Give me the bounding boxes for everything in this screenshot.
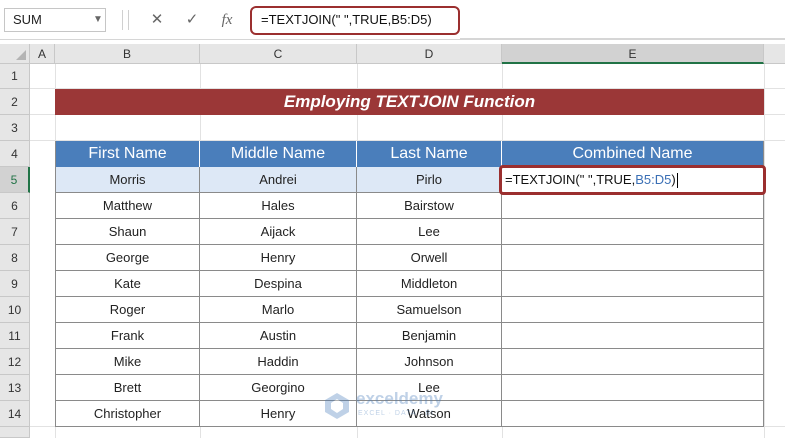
exceldemy-logo-icon <box>325 393 349 419</box>
cell-first-name[interactable]: George <box>56 245 200 271</box>
cell-last-name[interactable]: Samuelson <box>357 297 502 323</box>
column-header-b[interactable]: B <box>55 44 200 64</box>
row-header-6[interactable]: 6 <box>0 193 30 219</box>
cell-combined-name[interactable] <box>502 193 764 219</box>
cell-combined-name[interactable] <box>502 271 764 297</box>
text-cursor <box>676 173 678 189</box>
cell-last-name[interactable]: Middleton <box>357 271 502 297</box>
row-header-12[interactable]: 12 <box>0 349 30 375</box>
grid-line <box>764 64 765 438</box>
row-header-15[interactable] <box>0 427 30 438</box>
cell-first-name[interactable]: Roger <box>56 297 200 323</box>
watermark-tagline: EXCEL · DATA · BI <box>358 410 434 417</box>
cell-first-name[interactable]: Shaun <box>56 219 200 245</box>
cell-middle-name[interactable]: Henry <box>200 245 357 271</box>
formula-bar-edge <box>460 38 785 39</box>
column-header-f[interactable] <box>764 44 785 64</box>
active-cell-editor[interactable]: =TEXTJOIN(" ",TRUE,B5:D5) <box>499 165 766 195</box>
cell-combined-name[interactable] <box>502 219 764 245</box>
cell-first-name[interactable]: Christopher <box>56 401 200 427</box>
header-first-name[interactable]: First Name <box>56 141 200 167</box>
formula-input[interactable]: =TEXTJOIN(" ",TRUE,B5:D5) <box>250 6 460 35</box>
cell-combined-name[interactable] <box>502 245 764 271</box>
select-all-triangle-icon <box>16 50 26 60</box>
cell-last-name[interactable]: Pirlo <box>357 167 502 193</box>
cell-first-name[interactable]: Frank <box>56 323 200 349</box>
formula-close: ) <box>671 172 676 187</box>
cell-combined-name[interactable] <box>502 349 764 375</box>
range-reference: B5:D5 <box>635 172 672 187</box>
row-header-11[interactable]: 11 <box>0 323 30 349</box>
row-header-2[interactable]: 2 <box>0 89 30 115</box>
row-header-5[interactable]: 5 <box>0 167 30 193</box>
cell-first-name[interactable]: Matthew <box>56 193 200 219</box>
watermark: exceldemy EXCEL · DATA · BI <box>322 389 472 425</box>
row-header-3[interactable]: 3 <box>0 115 30 141</box>
cell-middle-name[interactable]: Austin <box>200 323 357 349</box>
cell-last-name[interactable]: Orwell <box>357 245 502 271</box>
cell-last-name[interactable]: Lee <box>357 219 502 245</box>
cell-first-name[interactable]: Mike <box>56 349 200 375</box>
insert-function-icon[interactable]: fx <box>216 9 238 31</box>
enter-icon[interactable]: ✓ <box>181 9 203 31</box>
column-header-e[interactable]: E <box>502 44 764 64</box>
row-header-10[interactable]: 10 <box>0 297 30 323</box>
column-header-a[interactable]: A <box>30 44 55 64</box>
cell-first-name[interactable]: Brett <box>56 375 200 401</box>
row-header-13[interactable]: 13 <box>0 375 30 401</box>
cell-middle-name[interactable]: Hales <box>200 193 357 219</box>
separator <box>128 10 129 30</box>
cell-last-name[interactable]: Bairstow <box>357 193 502 219</box>
sheet-title: Employing TEXTJOIN Function <box>55 89 764 115</box>
cell-combined-name[interactable] <box>502 375 764 401</box>
header-last-name[interactable]: Last Name <box>357 141 502 167</box>
cell-middle-name[interactable]: Haddin <box>200 349 357 375</box>
header-combined-name[interactable]: Combined Name <box>502 141 764 167</box>
formula-text: =TEXTJOIN(" ",TRUE, <box>505 172 636 187</box>
header-middle-name[interactable]: Middle Name <box>200 141 357 167</box>
column-header-c[interactable]: C <box>200 44 357 64</box>
cell-middle-name[interactable]: Marlo <box>200 297 357 323</box>
row-header-1[interactable]: 1 <box>0 64 30 89</box>
cell-first-name[interactable]: Morris <box>56 167 200 193</box>
row-header-8[interactable]: 8 <box>0 245 30 271</box>
cell-last-name[interactable]: Johnson <box>357 349 502 375</box>
cell-combined-name[interactable] <box>502 297 764 323</box>
name-box-dropdown-icon[interactable]: ▼ <box>90 8 106 32</box>
cell-combined-name[interactable] <box>502 401 764 427</box>
row-header-4[interactable]: 4 <box>0 141 30 167</box>
row-header-7[interactable]: 7 <box>0 219 30 245</box>
cell-middle-name[interactable]: Despina <box>200 271 357 297</box>
row-header-9[interactable]: 9 <box>0 271 30 297</box>
column-header-d[interactable]: D <box>357 44 502 64</box>
row-header-14[interactable]: 14 <box>0 401 30 427</box>
cell-first-name[interactable]: Kate <box>56 271 200 297</box>
cell-last-name[interactable]: Benjamin <box>357 323 502 349</box>
separator <box>122 10 123 30</box>
cell-middle-name[interactable]: Aijack <box>200 219 357 245</box>
watermark-name: exceldemy <box>356 389 443 408</box>
cancel-icon[interactable]: ✕ <box>146 9 168 31</box>
cell-middle-name[interactable]: Andrei <box>200 167 357 193</box>
cell-combined-name[interactable] <box>502 323 764 349</box>
